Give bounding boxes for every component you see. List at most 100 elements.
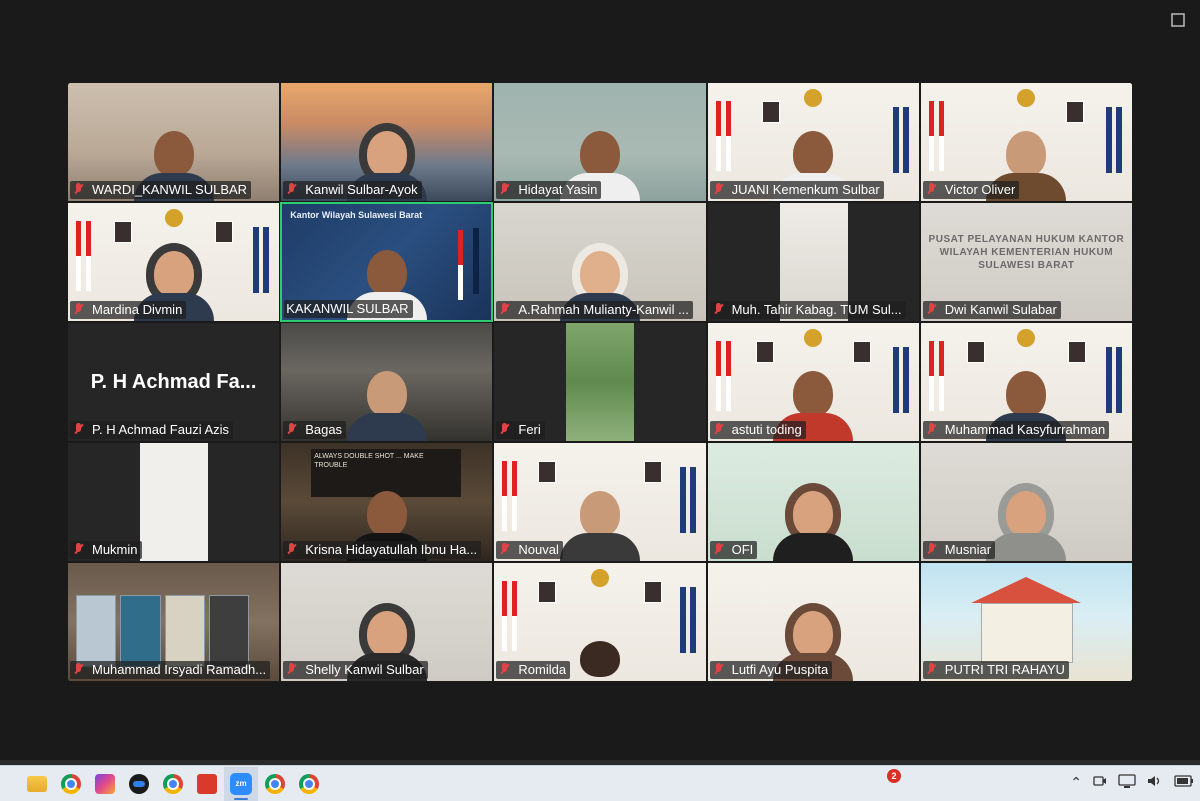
participant-name: A.Rahmah Mulianty-Kanwil ... bbox=[518, 302, 689, 317]
banner-icon bbox=[1105, 347, 1112, 413]
participant-name: Hidayat Yasin bbox=[518, 182, 598, 197]
banner-icon bbox=[902, 347, 909, 413]
pdf-reader-icon[interactable] bbox=[190, 767, 224, 801]
chrome-icon[interactable] bbox=[292, 767, 326, 801]
garuda-emblem-icon bbox=[804, 329, 823, 347]
participant-nameplate: astuti toding bbox=[709, 421, 806, 439]
participant-tile[interactable]: Lutfi Ayu Puspita bbox=[706, 562, 920, 682]
flag-icon bbox=[725, 101, 731, 171]
notification-badge[interactable]: 2 bbox=[887, 769, 901, 783]
banner-icon bbox=[679, 587, 686, 653]
banner-icon bbox=[892, 107, 899, 173]
participant-name: Lutfi Ayu Puspita bbox=[731, 662, 829, 677]
participant-tile[interactable]: Kanwil Sulbar-Ayok bbox=[280, 82, 494, 202]
participant-tile[interactable]: OFI bbox=[706, 442, 920, 562]
mic-muted-icon bbox=[712, 422, 726, 438]
participant-tile[interactable]: PUTRI TRI RAHAYU bbox=[919, 562, 1133, 682]
participant-tile[interactable]: astuti toding bbox=[706, 322, 920, 442]
meet-now-icon[interactable] bbox=[1092, 773, 1108, 792]
banner-icon bbox=[253, 227, 260, 293]
participant-tile[interactable]: Shelly Kanwil Sulbar bbox=[280, 562, 494, 682]
participant-nameplate: Lutfi Ayu Puspita bbox=[709, 661, 833, 679]
portrait-icon bbox=[966, 341, 985, 363]
gallery-view-grid: WARDI_KANWIL SULBAR Kanwil Sulbar-Ayok H… bbox=[67, 82, 1133, 682]
participant-tile[interactable]: PUSAT PELAYANAN HUKUM KANTOR WILAYAH KEM… bbox=[919, 202, 1133, 322]
mic-muted-icon bbox=[712, 302, 726, 318]
zoom-icon[interactable]: zm bbox=[224, 766, 258, 801]
participant-tile[interactable]: Victor Oliver bbox=[919, 82, 1133, 202]
flag-icon bbox=[502, 461, 508, 531]
flag-icon bbox=[458, 230, 464, 300]
participant-name: Mardina Divmin bbox=[92, 302, 183, 317]
participant-nameplate: Feri bbox=[496, 421, 545, 439]
participant-nameplate: Victor Oliver bbox=[922, 181, 1020, 199]
chrome-icon[interactable] bbox=[258, 767, 292, 801]
participant-name: Dwi Kanwil Sulabar bbox=[944, 302, 1057, 317]
participant-nameplate: Muhammad Irsyadi Ramadh... bbox=[70, 661, 271, 679]
flag-icon bbox=[715, 341, 721, 411]
battery-icon[interactable] bbox=[1174, 774, 1194, 791]
participant-tile[interactable]: Feri bbox=[493, 322, 707, 442]
participant-name: Bagas bbox=[305, 422, 343, 437]
mic-muted-icon bbox=[498, 542, 512, 558]
banner-icon bbox=[1115, 347, 1122, 413]
mic-muted-icon bbox=[712, 542, 726, 558]
volume-icon[interactable] bbox=[1146, 773, 1164, 792]
windows-taskbar: zm bbox=[0, 765, 1200, 801]
book bbox=[120, 595, 161, 667]
portrait-icon bbox=[643, 581, 662, 603]
flag-icon bbox=[715, 101, 721, 171]
chevron-up-icon[interactable]: ⌃ bbox=[1070, 774, 1082, 791]
mic-muted-icon bbox=[712, 662, 726, 678]
participant-name: PUTRI TRI RAHAYU bbox=[944, 662, 1065, 677]
teamviewer-icon[interactable] bbox=[122, 767, 156, 801]
participant-tile[interactable]: Muhammad Irsyadi Ramadh... bbox=[67, 562, 281, 682]
mic-muted-icon bbox=[498, 662, 512, 678]
participant-tile[interactable]: A.Rahmah Mulianty-Kanwil ... bbox=[493, 202, 707, 322]
participant-nameplate: Bagas bbox=[283, 421, 347, 439]
participant-tile-video-off[interactable]: P. H Achmad Fa... P. H Achmad Fauzi Azis bbox=[67, 322, 281, 442]
participant-nameplate: A.Rahmah Mulianty-Kanwil ... bbox=[496, 301, 693, 319]
participant-tile[interactable]: Muhammad Kasyfurrahman bbox=[919, 322, 1133, 442]
participant-name: JUANI Kemenkum Sulbar bbox=[731, 182, 880, 197]
file-explorer-icon[interactable] bbox=[20, 767, 54, 801]
chrome-icon[interactable] bbox=[54, 767, 88, 801]
participant-tile[interactable]: ALWAYS DOUBLE SHOT ... MAKE TROUBLE Kris… bbox=[280, 442, 494, 562]
participant-video bbox=[140, 443, 208, 561]
mic-muted-icon bbox=[285, 542, 299, 558]
flag-icon bbox=[76, 221, 81, 291]
participant-name: astuti toding bbox=[731, 422, 802, 437]
participant-nameplate: Krisna Hidayatullah Ibnu Ha... bbox=[283, 541, 482, 559]
flag-icon bbox=[86, 221, 91, 291]
participant-name: Nouval bbox=[518, 542, 559, 557]
participant-nameplate: P. H Achmad Fauzi Azis bbox=[70, 421, 234, 439]
participant-name: Feri bbox=[518, 422, 541, 437]
participant-name: Muh. Tahir Kabag. TUM Sul... bbox=[731, 302, 902, 317]
office-icon[interactable] bbox=[88, 767, 122, 801]
book bbox=[208, 595, 250, 667]
participant-tile[interactable]: Mukmin bbox=[67, 442, 281, 562]
participant-tile[interactable]: WARDI_KANWIL SULBAR bbox=[67, 82, 281, 202]
participant-tile[interactable]: Romilda bbox=[493, 562, 707, 682]
participant-tile-active-speaker[interactable]: Kantor Wilayah Sulawesi Barat KAKANWIL S… bbox=[280, 202, 494, 322]
participant-tile[interactable]: Bagas bbox=[280, 322, 494, 442]
participant-nameplate: Romilda bbox=[496, 661, 571, 679]
participant-tile[interactable]: Nouval bbox=[493, 442, 707, 562]
network-icon[interactable] bbox=[1118, 773, 1136, 792]
chrome-icon[interactable] bbox=[156, 767, 190, 801]
mic-muted-icon bbox=[712, 182, 726, 198]
banner-icon bbox=[263, 227, 270, 293]
flag-icon bbox=[512, 581, 518, 651]
portrait-icon bbox=[114, 221, 132, 243]
mic-muted-icon bbox=[925, 422, 939, 438]
participant-tile[interactable]: JUANI Kemenkum Sulbar bbox=[706, 82, 920, 202]
participant-tile[interactable]: Musniar bbox=[919, 442, 1133, 562]
participant-tile[interactable]: Muh. Tahir Kabag. TUM Sul... bbox=[706, 202, 920, 322]
participant-tile[interactable]: Hidayat Yasin bbox=[493, 82, 707, 202]
participant-tile[interactable]: Mardina Divmin bbox=[67, 202, 281, 322]
flag-icon bbox=[938, 101, 944, 171]
banner-icon bbox=[689, 587, 696, 653]
participant-nameplate: Mardina Divmin bbox=[70, 301, 187, 319]
window-corner-icon[interactable] bbox=[1170, 12, 1186, 28]
participant-nameplate: Muh. Tahir Kabag. TUM Sul... bbox=[709, 301, 906, 319]
